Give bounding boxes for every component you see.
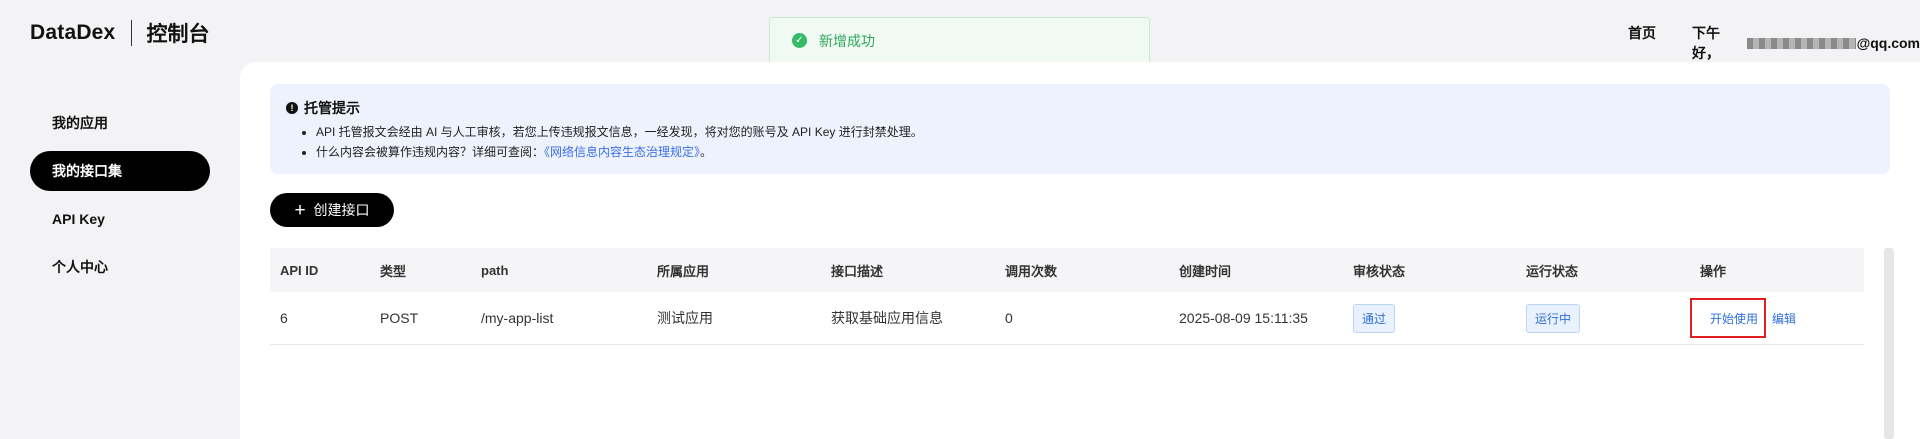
run-status-badge: 运行中 (1526, 303, 1581, 333)
column-header: 运行状态 (1526, 263, 1579, 279)
column-header: 审核状态 (1353, 263, 1406, 279)
column-header: 创建时间 (1179, 263, 1232, 279)
cell-run-status: 运行中 (1516, 303, 1690, 333)
cell-review-status: 通过 (1343, 303, 1516, 333)
column-header: 接口描述 (831, 263, 884, 279)
column-header: path (481, 262, 509, 278)
notice-title: ! 托管提示 (286, 98, 1874, 118)
sidebar-item-api-key[interactable]: API Key (30, 199, 210, 239)
cell-app: 测试应用 (657, 310, 713, 326)
toast-message: 新增成功 (819, 32, 875, 49)
notice-line-text: 什么内容会被算作违规内容？详细可查阅： (316, 145, 545, 159)
sidebar-item-my-api-sets[interactable]: 我的接口集 (30, 151, 210, 191)
plus-icon: + (294, 199, 306, 221)
user-greeting[interactable]: 下午好， @qq.com (1692, 23, 1920, 63)
sidebar-item-label: 我的接口集 (52, 163, 122, 179)
greeting-text: 下午好， (1692, 25, 1720, 61)
sidebar-item-label: 我的应用 (52, 115, 108, 131)
hosting-notice: ! 托管提示 API 托管报文会经由 AI 与人工审核，若您上传违规报文信息，一… (270, 84, 1890, 174)
start-using-button[interactable]: 开始使用 (1690, 298, 1767, 338)
console-title: 控制台 (146, 23, 210, 46)
cell-call-count: 0 (1005, 310, 1013, 326)
sidebar-item-my-apps[interactable]: 我的应用 (30, 103, 210, 143)
column-header: API ID (280, 262, 319, 278)
notice-line-end: 。 (700, 145, 713, 159)
nav-home-link[interactable]: 首页 (1628, 23, 1656, 43)
brand[interactable]: DataDex 控制台 (30, 18, 209, 48)
cell-type: POST (380, 310, 419, 326)
edit-button[interactable]: 编辑 (1772, 310, 1796, 327)
api-table: API ID 类型 path 所属应用 接口描述 调用次数 创建时间 审核状态 … (270, 248, 1864, 345)
notice-line: 什么内容会被算作违规内容？详细可查阅：《网络信息内容生态治理规定》。 (316, 142, 1874, 162)
row-actions: 开始使用 编辑 (1690, 298, 1864, 338)
cell-description: 获取基础应用信息 (831, 310, 943, 326)
table-header: API ID 类型 path 所属应用 接口描述 调用次数 创建时间 审核状态 … (270, 248, 1864, 292)
column-header: 操作 (1700, 263, 1727, 279)
sidebar-item-label: 个人中心 (52, 259, 108, 275)
create-api-label: 创建接口 (313, 202, 370, 218)
notice-title-text: 托管提示 (304, 100, 360, 116)
exclamation-circle-icon: ! (286, 102, 298, 114)
check-circle-icon: ✓ (792, 33, 807, 48)
main-content: ! 托管提示 API 托管报文会经由 AI 与人工审核，若您上传违规报文信息，一… (240, 62, 1920, 439)
create-api-button[interactable]: + 创建接口 (270, 193, 394, 227)
review-status-badge: 通过 (1353, 303, 1396, 333)
notice-list: API 托管报文会经由 AI 与人工审核，若您上传违规报文信息，一经发现，将对您… (286, 122, 1874, 162)
column-header: 所属应用 (657, 263, 710, 279)
sidebar-item-label: API Key (52, 211, 105, 227)
cell-created-time: 2025-08-09 15:11:35 (1179, 310, 1308, 326)
column-header: 调用次数 (1005, 263, 1058, 279)
success-toast: ✓ 新增成功 (769, 17, 1150, 64)
email-suffix: @qq.com (1856, 35, 1920, 51)
vertical-scrollbar[interactable] (1884, 248, 1894, 439)
cell-path: /my-app-list (481, 310, 554, 326)
masked-email (1746, 37, 1856, 49)
brand-divider (131, 20, 133, 46)
cell-actions: 开始使用 编辑 (1690, 298, 1864, 338)
cell-api-id: 6 (280, 310, 288, 326)
notice-line: API 托管报文会经由 AI 与人工审核，若您上传违规报文信息，一经发现，将对您… (316, 122, 1874, 142)
table-row: 6 POST /my-app-list 测试应用 获取基础应用信息 0 2025… (270, 292, 1864, 345)
brand-logo-text: DataDex (30, 21, 116, 44)
column-header: 类型 (380, 263, 407, 279)
sidebar-item-profile[interactable]: 个人中心 (30, 247, 210, 287)
regulation-link[interactable]: 《网络信息内容生态治理规定》 (544, 145, 700, 159)
